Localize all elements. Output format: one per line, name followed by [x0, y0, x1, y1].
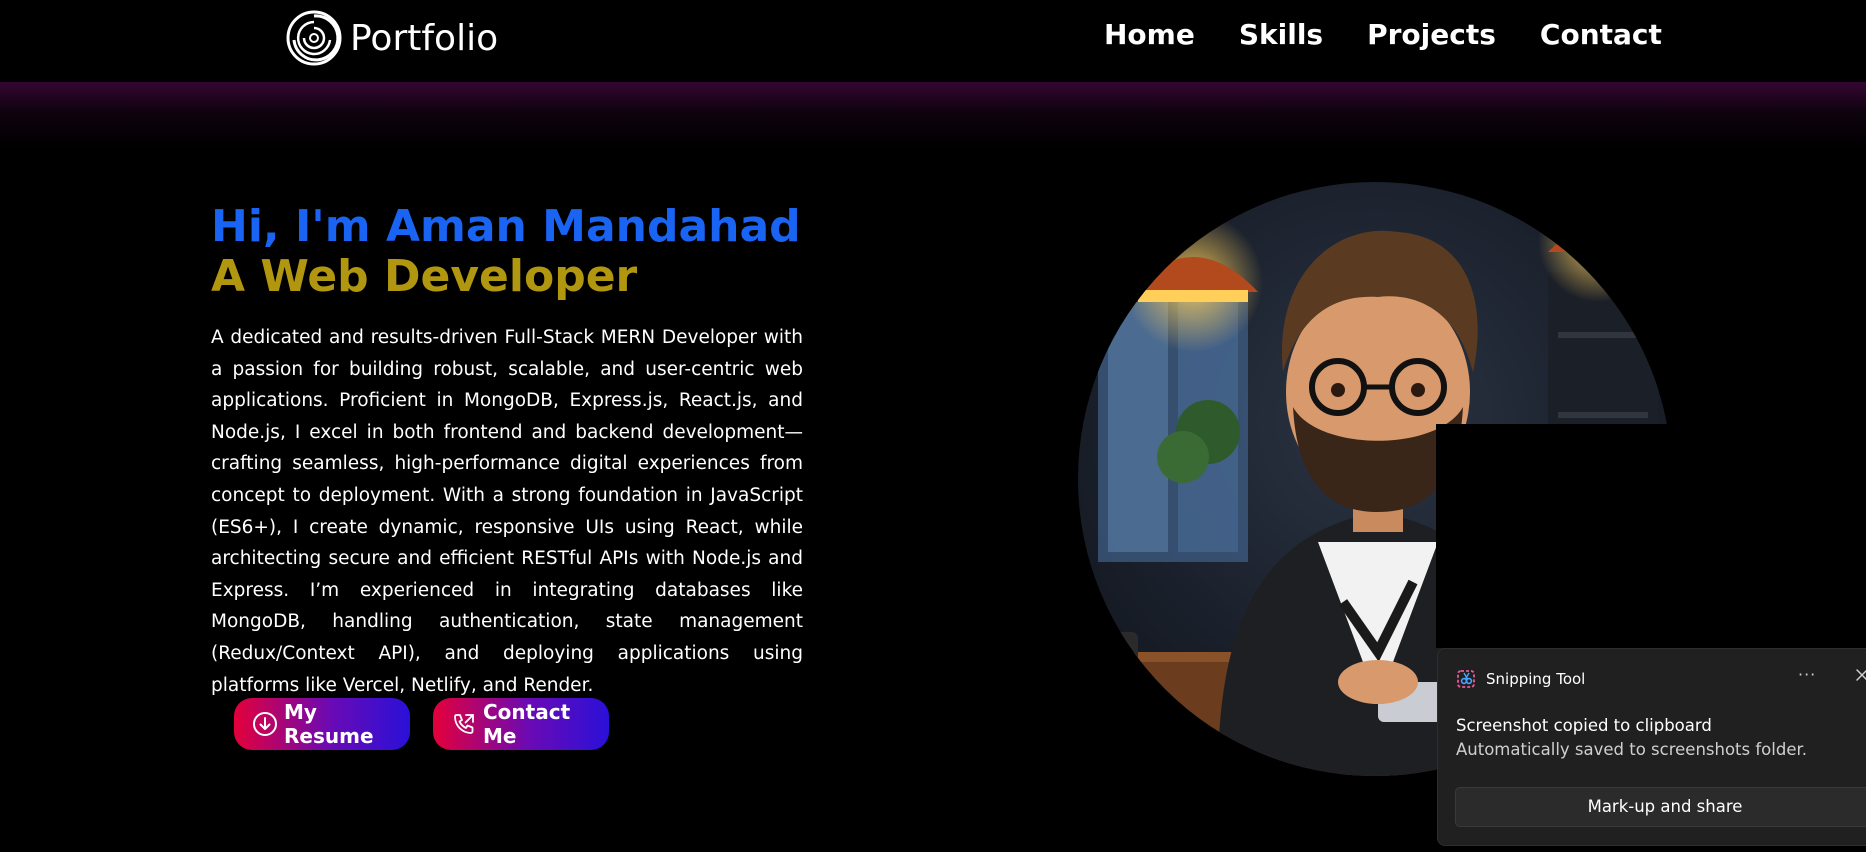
brand[interactable]: Portfolio	[286, 10, 498, 66]
nav-link-contact[interactable]: Contact	[1540, 18, 1662, 51]
contact-button[interactable]: Contact Me	[433, 698, 609, 750]
nav-link-projects[interactable]: Projects	[1367, 18, 1496, 51]
hero-greeting: Hi, I'm Aman Mandahad	[211, 201, 801, 252]
main-nav: Home Skills Projects Contact	[1104, 18, 1662, 51]
snipping-tool-icon	[1457, 670, 1475, 688]
resume-button-label: My Resume	[284, 700, 374, 748]
header-glow	[0, 82, 1866, 152]
snipping-tool-notification[interactable]: Snipping Tool ··· Screenshot copied to c…	[1437, 648, 1866, 846]
hero-role: A Web Developer	[211, 251, 638, 302]
navbar: Portfolio Home Skills Projects Contact	[0, 0, 1866, 82]
hero-bio: A dedicated and results-driven Full-Stac…	[211, 327, 803, 696]
close-icon[interactable]	[1852, 665, 1866, 685]
phone-call-icon	[454, 714, 474, 734]
notification-body: Automatically saved to screenshots folde…	[1456, 740, 1807, 759]
notification-title: Screenshot copied to clipboard	[1456, 716, 1712, 735]
nav-link-home[interactable]: Home	[1104, 18, 1195, 51]
contact-button-label: Contact Me	[483, 700, 571, 748]
brand-name: Portfolio	[350, 17, 499, 59]
notification-more-button[interactable]: ···	[1798, 665, 1816, 684]
screen-overlay	[1436, 424, 1866, 648]
markup-and-share-button[interactable]: Mark-up and share	[1455, 787, 1866, 827]
resume-button[interactable]: My Resume	[234, 698, 410, 750]
download-circle-icon	[253, 712, 277, 736]
notification-app-name: Snipping Tool	[1486, 670, 1586, 688]
spiral-logo-icon	[286, 10, 342, 66]
nav-link-skills[interactable]: Skills	[1239, 18, 1323, 51]
